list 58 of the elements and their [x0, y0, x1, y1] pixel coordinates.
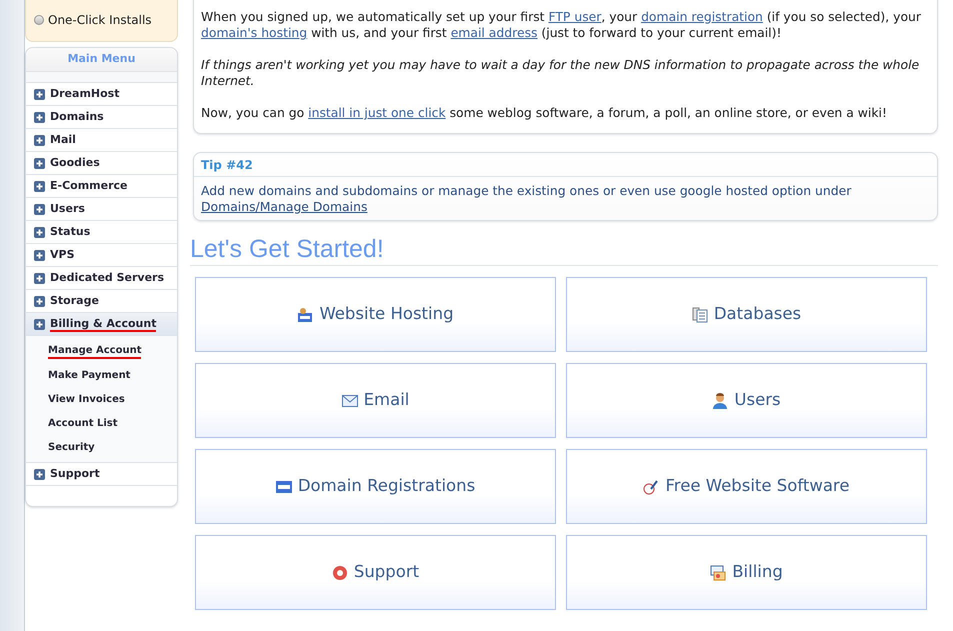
- plus-icon: [34, 180, 45, 192]
- submenu-item[interactable]: Manage Account: [48, 344, 142, 358]
- menu-item[interactable]: Goodies: [26, 152, 177, 175]
- menu-item[interactable]: E-Commerce: [26, 175, 177, 198]
- menu-item[interactable]: Users: [26, 198, 177, 221]
- plus-icon: [34, 112, 45, 122]
- text-link[interactable]: email address: [450, 25, 538, 40]
- menu-item[interactable]: Support: [26, 463, 177, 486]
- shortcut-tile[interactable]: Users: [566, 363, 927, 438]
- text-link[interactable]: install in just one click: [308, 105, 446, 120]
- intro-paragraph: Now, you can go install in just one click some weblog software, a forum, a poll, an online store, or even a wiki!: [201, 105, 888, 121]
- tip-text: Add new domains and subdomains or manage the existing ones or even use google hosted option under: [201, 183, 852, 199]
- menu-item[interactable]: Billing & Account: [26, 313, 177, 336]
- shortcut-tile[interactable]: Billing: [566, 535, 927, 610]
- plus-icon: [34, 158, 45, 168]
- plus-icon: [34, 226, 45, 238]
- credit-card-icon: [710, 564, 726, 580]
- tip-title: Tip #42: [201, 156, 253, 174]
- person-icon: [712, 392, 728, 408]
- submenu-item[interactable]: Account List: [48, 416, 118, 430]
- menu-item[interactable]: Dedicated Servers: [26, 267, 177, 290]
- menu-item[interactable]: Status: [26, 221, 177, 244]
- menu-title: Main Menu: [68, 51, 136, 68]
- text-link[interactable]: domain's hosting: [201, 25, 308, 40]
- submenu-item[interactable]: Security: [48, 440, 95, 454]
- plus-icon: [34, 204, 45, 214]
- plus-icon: [34, 318, 45, 330]
- label-icon: [276, 480, 292, 492]
- intro-paragraph: If things aren't working yet you may have to wait a day for the new DNS information to propagate across the whole Internet.: [201, 57, 920, 89]
- intro-paragraph: When you signed up, we automatically set up your first FTP user, your domain registration (if you so selected), your domain's hosting with us, and your first email address (just to forward to your current email)!: [201, 9, 922, 41]
- plus-icon: [34, 296, 45, 306]
- shortcut-tile[interactable]: Email: [195, 363, 556, 438]
- menu-item[interactable]: Mail: [26, 129, 177, 152]
- plus-icon: [34, 134, 45, 146]
- shortcut-tile[interactable]: Domain Registrations: [195, 449, 556, 524]
- menu-item[interactable]: VPS: [26, 244, 177, 267]
- envelope-icon: [342, 394, 358, 406]
- plus-icon: [34, 88, 45, 100]
- shortcut-tile[interactable]: Databases: [566, 277, 927, 352]
- quick-link[interactable]: One-Click Installs: [48, 11, 152, 29]
- text-link[interactable]: FTP user: [548, 9, 602, 24]
- menu-item[interactable]: Domains: [26, 106, 177, 129]
- radio-button[interactable]: [34, 15, 44, 25]
- menu-item[interactable]: DreamHost: [26, 83, 177, 106]
- plus-icon: [34, 468, 45, 480]
- submenu-item[interactable]: View Invoices: [48, 392, 125, 406]
- table-icon: [692, 306, 708, 322]
- lifebuoy-icon: [332, 564, 348, 580]
- plus-icon: [34, 272, 45, 284]
- menu-item[interactable]: Storage: [26, 290, 177, 313]
- shortcut-tile[interactable]: Support: [195, 535, 556, 610]
- plus-icon: [34, 250, 45, 260]
- shortcut-tile[interactable]: Free Website Software: [566, 449, 927, 524]
- submenu-item[interactable]: Make Payment: [48, 368, 130, 382]
- page-heading: Let's Get Started!: [190, 235, 385, 263]
- tip-link[interactable]: Domains/Manage Domains: [201, 199, 368, 214]
- text-link[interactable]: domain registration: [641, 9, 763, 24]
- shortcut-tile[interactable]: Website Hosting: [195, 277, 556, 352]
